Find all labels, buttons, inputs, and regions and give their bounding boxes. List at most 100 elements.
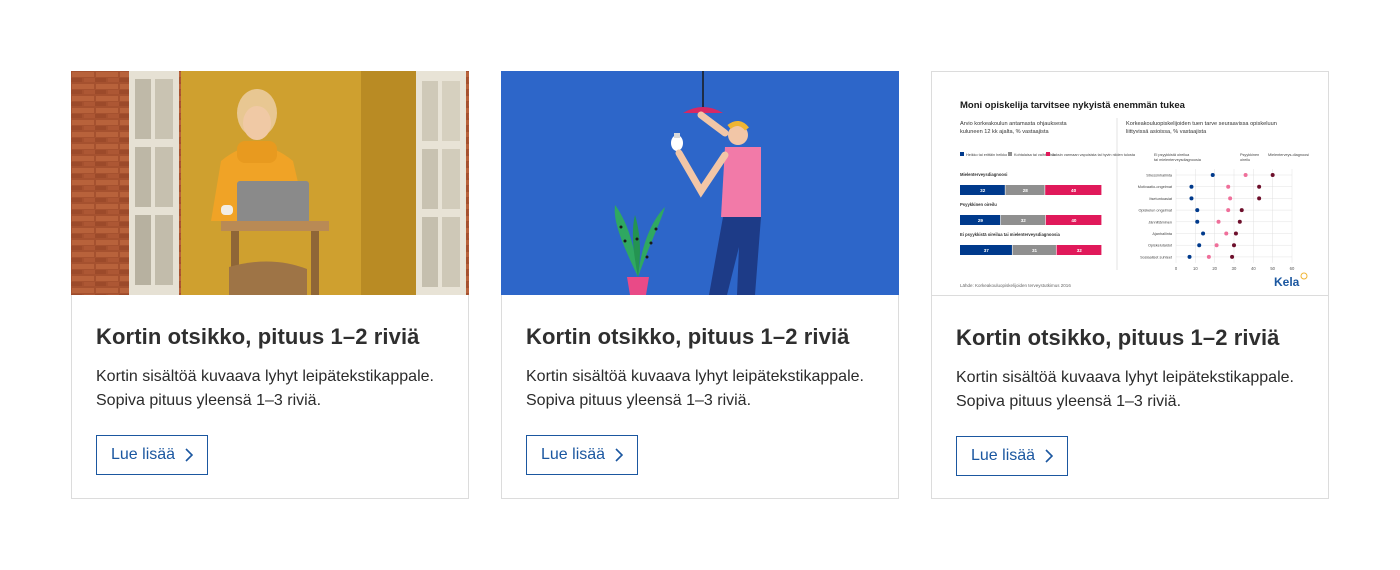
card-description-line-2: Sopiva pituus yleensä 1–3 riviä.: [96, 392, 322, 409]
data-point: [1214, 243, 1219, 248]
card-description: Kortin sisältöä kuvaava lyhyt leipätekst…: [526, 365, 874, 413]
infographic: Moni opiskelija tarvitsee nykyistä enemm…: [932, 72, 1328, 295]
read-more-label: Lue lisää: [971, 447, 1036, 464]
legend-swatch: [1008, 152, 1012, 156]
data-point: [1195, 208, 1200, 213]
data-point: [1243, 173, 1248, 177]
x-tick-label: 50: [1270, 266, 1275, 271]
data-point: [1226, 208, 1231, 213]
card-2: Kortin otsikko, pituus 1–2 riviä Kortin …: [501, 71, 899, 499]
data-point: [1228, 196, 1233, 201]
x-tick-label: 30: [1232, 266, 1237, 271]
card-description-line-2: Sopiva pituus yleensä 1–3 riviä.: [956, 393, 1182, 410]
data-point: [1210, 173, 1215, 177]
bar-value-label: 40: [1071, 188, 1077, 193]
row-label: Motivaatio-ongelmat: [1138, 185, 1173, 189]
data-point: [1224, 231, 1229, 236]
data-point: [1257, 184, 1262, 189]
row-label: Itsetuntoasiat: [1149, 197, 1173, 201]
card-description: Kortin sisältöä kuvaava lyhyt leipätekst…: [956, 366, 1304, 414]
data-point: [1201, 231, 1206, 236]
row-label: Opiskelun ongelmat: [1138, 209, 1173, 213]
bar-value-label: 32: [1021, 218, 1027, 223]
bar-value-label: 40: [1071, 218, 1077, 223]
chevron-right-icon: [185, 448, 194, 462]
read-more-label: Lue lisää: [111, 446, 176, 463]
chevron-right-icon: [1045, 449, 1054, 463]
card-description-line-1: Kortin sisältöä kuvaava lyhyt leipätekst…: [526, 368, 864, 385]
card-body: Kortin otsikko, pituus 1–2 riviä Kortin …: [932, 296, 1328, 476]
card-3: Moni opiskelija tarvitsee nykyistä enemm…: [931, 71, 1329, 499]
card-description: Kortin sisältöä kuvaava lyhyt leipätekst…: [96, 365, 444, 413]
row-label: Jännittäminen: [1148, 220, 1172, 224]
data-point: [1187, 254, 1192, 259]
bar-group-label: Mielenterveysdiagnoosi: [960, 172, 1007, 177]
bar-value-label: 31: [1032, 248, 1038, 253]
bar-value-label: 32: [1077, 248, 1083, 253]
left-subtitle-1: Arvio korkeakoulun antamasta ohjauksesta: [960, 121, 1068, 127]
row-label: Opiskelutaidot: [1148, 244, 1173, 248]
data-point: [1270, 173, 1275, 177]
dot-legend-label: Mielenterveys-diagnoosi: [1268, 153, 1309, 157]
row-label: Sosiaaliset suhteet: [1140, 255, 1173, 259]
card-title: Kortin otsikko, pituus 1–2 riviä: [526, 324, 850, 349]
data-point: [1206, 254, 1211, 259]
card-image-infographic: Moni opiskelija tarvitsee nykyistä enemm…: [932, 72, 1328, 296]
right-subtitle-2: liittyvissä asioissa, % vastaajista: [1126, 129, 1207, 135]
bar-group-label: Psyykkinen oireilu: [960, 202, 997, 207]
card-description-line-1: Kortin sisältöä kuvaava lyhyt leipätekst…: [96, 368, 434, 385]
data-point: [1233, 231, 1238, 236]
read-more-button[interactable]: Lue lisää: [526, 435, 639, 475]
bar-value-label: 37: [984, 248, 990, 253]
legend-label: Heikko tai erittäin heikko: [966, 153, 1007, 157]
card-body: Kortin otsikko, pituus 1–2 riviä Kortin …: [502, 295, 898, 475]
card-image-woman-laptop: [71, 71, 469, 295]
x-tick-label: 10: [1193, 266, 1198, 271]
data-point: [1230, 254, 1235, 259]
data-point: [1226, 184, 1231, 189]
card-description-line-2: Sopiva pituus yleensä 1–3 riviä.: [526, 392, 752, 409]
bar-value-label: 32: [980, 188, 986, 193]
card-image-illustration: [501, 71, 899, 295]
read-more-label: Lue lisää: [541, 446, 606, 463]
bar-group-label: Ei psyykkistä oireilua tai mielenterveys…: [960, 232, 1061, 237]
row-label: Stressinhallinta: [1146, 174, 1173, 178]
read-more-button[interactable]: Lue lisää: [96, 435, 209, 475]
chevron-right-icon: [615, 448, 624, 462]
illustration-man-lightbulb: [501, 71, 899, 295]
dot-legend-label: oireilu: [1240, 158, 1250, 162]
x-tick-label: 60: [1290, 266, 1295, 271]
card-title: Kortin otsikko, pituus 1–2 riviä: [956, 325, 1280, 350]
data-point: [1197, 243, 1202, 248]
legend-swatch: [1046, 152, 1050, 156]
left-subtitle-2: kuluneen 12 kk ajalta, % vastaajista: [960, 129, 1050, 135]
data-point: [1232, 243, 1236, 248]
legend-label: Joksin varmaan vapuisista tai hyvin niid…: [1052, 153, 1136, 157]
photo-woman-laptop: [71, 71, 469, 295]
data-point: [1189, 196, 1194, 201]
bar-value-label: 29: [978, 218, 984, 223]
kela-logo: Kela: [1274, 275, 1300, 289]
x-tick-label: 40: [1251, 266, 1256, 271]
dot-legend-label: tai mielenterveysdiagnoosia: [1154, 158, 1202, 162]
read-more-button[interactable]: Lue lisää: [956, 436, 1069, 476]
data-point: [1239, 208, 1244, 213]
data-point: [1195, 219, 1200, 224]
card-body: Kortin otsikko, pituus 1–2 riviä Kortin …: [72, 295, 468, 475]
legend-swatch: [960, 152, 964, 156]
infographic-title: Moni opiskelija tarvitsee nykyistä enemm…: [960, 100, 1186, 111]
dot-legend-label: Psyykkinen: [1240, 153, 1259, 157]
card-title: Kortin otsikko, pituus 1–2 riviä: [96, 324, 420, 349]
card-description-line-1: Kortin sisältöä kuvaava lyhyt leipätekst…: [956, 369, 1294, 386]
data-point: [1216, 219, 1221, 224]
data-point: [1257, 196, 1262, 201]
row-label: Ajanhallinta: [1152, 232, 1173, 236]
right-subtitle-1: Korkeakouluopiskelijoiden tuen tarve seu…: [1126, 121, 1277, 127]
dot-legend-label: Ei psyykkistä oireilua: [1154, 153, 1190, 157]
infographic-source: Lähde: Korkeakouluopiskelijoiden terveys…: [960, 283, 1071, 288]
data-point: [1237, 219, 1242, 224]
data-point: [1189, 184, 1194, 189]
card-1: Kortin otsikko, pituus 1–2 riviä Kortin …: [71, 71, 469, 499]
x-tick-label: 20: [1212, 266, 1217, 271]
bar-value-label: 28: [1023, 188, 1029, 193]
